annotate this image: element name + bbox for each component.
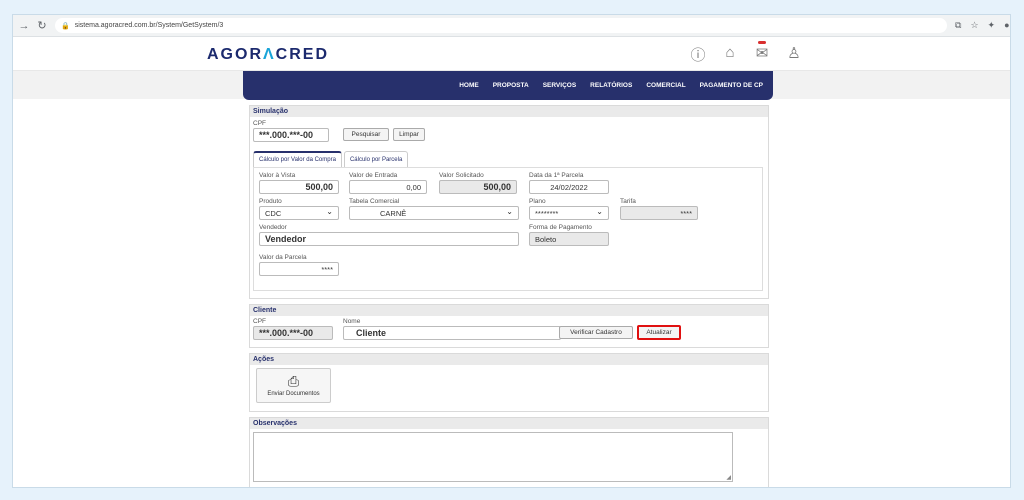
extensions-icon[interactable]: ✦ xyxy=(988,20,996,31)
forma-label: Forma de Pagamento xyxy=(529,224,592,231)
observacoes-title: Observações xyxy=(250,418,768,429)
cpf-label: CPF xyxy=(253,120,266,127)
plano-label: Plano xyxy=(529,198,546,205)
simulacao-title: Simulação xyxy=(250,106,768,117)
tabela-select[interactable]: CARNÊ xyxy=(349,206,519,220)
cliente-panel: Cliente CPF ***.000.***-00 Nome Cliente … xyxy=(249,304,769,348)
main-nav: HOME PROPOSTA SERVIÇOS RELATÓRIOS COMERC… xyxy=(243,71,773,100)
observacoes-panel: Observações ◢ xyxy=(249,417,769,487)
calc-form: Valor à Vista 500,00 Valor de Entrada 0,… xyxy=(253,167,763,291)
produto-select[interactable]: CDC xyxy=(259,206,339,220)
reload-icon[interactable]: ↻ xyxy=(35,19,49,32)
scanner-icon: ⎙ xyxy=(287,373,300,389)
address-bar[interactable]: 🔒 sistema.agoracred.com.br/System/GetSys… xyxy=(55,18,947,33)
limpar-button[interactable]: Limpar xyxy=(393,128,425,141)
arrow-right-icon[interactable]: → xyxy=(17,20,31,32)
cliente-title: Cliente xyxy=(250,305,768,316)
cliente-cpf-input: ***.000.***-00 xyxy=(253,326,333,340)
tab-parcela[interactable]: Cálculo por Parcela xyxy=(343,151,409,167)
help-icon[interactable]: ⓘ xyxy=(689,44,707,65)
enviar-documentos-label: Enviar Documentos xyxy=(267,391,320,397)
valor-entrada-label: Valor de Entrada xyxy=(349,172,398,179)
browser-actions: ⧉ ☆ ✦ ● xyxy=(955,20,1010,31)
produto-label: Produto xyxy=(259,198,282,205)
nav-servicos[interactable]: SERVIÇOS xyxy=(543,82,576,89)
nav-pagamento-cp[interactable]: PAGAMENTO DE CP xyxy=(700,82,763,89)
forma-input: Boleto xyxy=(529,232,609,246)
pesquisar-button[interactable]: Pesquisar xyxy=(343,128,389,141)
share-icon[interactable]: ⧉ xyxy=(955,20,961,31)
simulacao-panel: Simulação CPF ***.000.***-00 Pesquisar L… xyxy=(249,105,769,299)
vendedor-label: Vendedor xyxy=(259,224,287,231)
cpf-input[interactable]: ***.000.***-00 xyxy=(253,128,329,142)
parcela-label: Valor da Parcela xyxy=(259,254,307,261)
home-icon[interactable]: ⌂ xyxy=(721,44,739,65)
star-icon[interactable]: ☆ xyxy=(970,20,978,31)
browser-toolbar: → ↻ 🔒 sistema.agoracred.com.br/System/Ge… xyxy=(13,15,1010,37)
nome-label: Nome xyxy=(343,318,361,325)
calc-tabs: Cálculo por Valor da Compra Cálculo por … xyxy=(253,151,410,167)
profile-icon[interactable]: ● xyxy=(1004,20,1009,31)
valor-vista-input[interactable]: 500,00 xyxy=(259,180,339,194)
valor-solicitado-label: Valor Solicitado xyxy=(439,172,484,179)
logo[interactable]: AGORΛCRED xyxy=(207,46,329,64)
nav-home[interactable]: HOME xyxy=(459,82,479,89)
nav-proposta[interactable]: PROPOSTA xyxy=(493,82,529,89)
verificar-cadastro-button[interactable]: Verificar Cadastro xyxy=(559,326,633,339)
valor-vista-label: Valor à Vista xyxy=(259,172,296,179)
data-parcela-input[interactable]: 24/02/2022 xyxy=(529,180,609,194)
tarifa-label: Tarifa xyxy=(620,198,636,205)
observacoes-textarea[interactable]: ◢ xyxy=(253,432,733,482)
lock-icon: 🔒 xyxy=(61,22,70,30)
acoes-title: Ações xyxy=(250,354,768,365)
tarifa-input: **** xyxy=(620,206,698,220)
mail-icon[interactable]: ✉ xyxy=(753,41,771,65)
cliente-cpf-label: CPF xyxy=(253,318,266,325)
plano-select[interactable]: ******** xyxy=(529,206,609,220)
atualizar-button[interactable]: Atualizar xyxy=(637,325,681,340)
acoes-panel: Ações ⎙ Enviar Documentos xyxy=(249,353,769,412)
enviar-documentos-button[interactable]: ⎙ Enviar Documentos xyxy=(256,368,331,403)
nav-relatorios[interactable]: RELATÓRIOS xyxy=(590,82,632,89)
nav-comercial[interactable]: COMERCIAL xyxy=(646,82,685,89)
url-text: sistema.agoracred.com.br/System/GetSyste… xyxy=(74,22,224,29)
notification-dot xyxy=(758,41,766,44)
valor-solicitado-input: 500,00 xyxy=(439,180,517,194)
main-content: Simulação CPF ***.000.***-00 Pesquisar L… xyxy=(249,105,769,487)
nome-input[interactable]: Cliente xyxy=(343,326,561,340)
resize-handle-icon[interactable]: ◢ xyxy=(726,474,731,481)
valor-entrada-input[interactable]: 0,00 xyxy=(349,180,427,194)
data-parcela-label: Data da 1ª Parcela xyxy=(529,172,584,179)
screenshot-frame: → ↻ 🔒 sistema.agoracred.com.br/System/Ge… xyxy=(12,14,1011,488)
vendedor-input[interactable]: Vendedor xyxy=(259,232,519,246)
site-header: AGORΛCRED ⓘ ⌂ ✉ ♙ xyxy=(13,37,1010,71)
user-icon[interactable]: ♙ xyxy=(785,44,803,65)
parcela-input[interactable]: **** xyxy=(259,262,339,276)
tabela-label: Tabela Comercial xyxy=(349,198,400,205)
header-icons: ⓘ ⌂ ✉ ♙ xyxy=(689,41,803,65)
tab-valor-compra[interactable]: Cálculo por Valor da Compra xyxy=(253,151,342,167)
